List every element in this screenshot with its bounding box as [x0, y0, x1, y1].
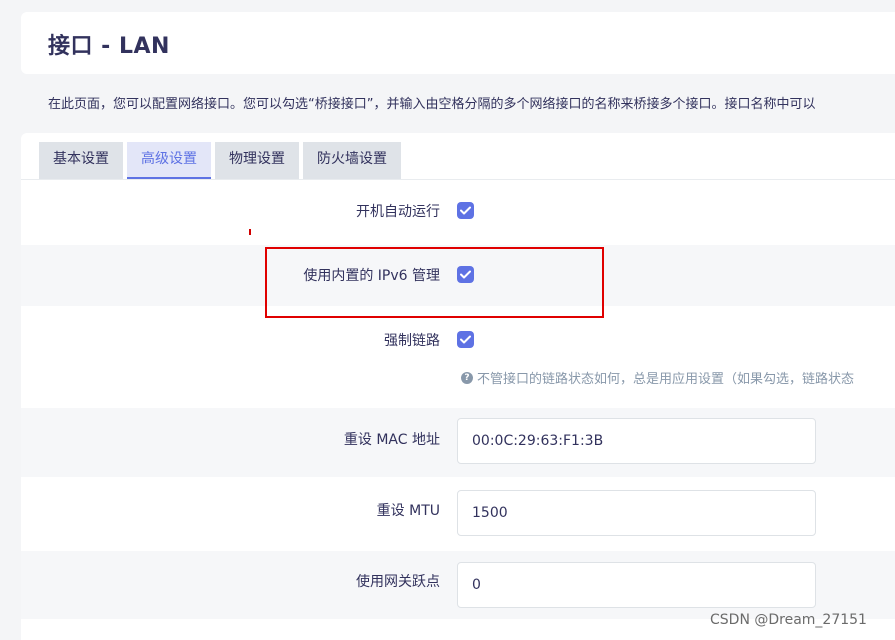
gateway-metric-label: 使用网关跃点 — [356, 574, 440, 590]
override-mtu-label: 重设 MTU — [376, 503, 440, 519]
check-icon — [460, 335, 471, 344]
row-force-link: 强制链路 ? 不管接口的链路状态如何，总是用应用设置（如果勾选，链路状态 — [21, 306, 895, 408]
title-card: 接口 - LAN — [21, 12, 895, 74]
force-link-help-text: 不管接口的链路状态如何，总是用应用设置（如果勾选，链路状态 — [477, 372, 855, 387]
force-link-checkbox[interactable] — [457, 331, 474, 348]
override-mac-input[interactable] — [457, 418, 816, 464]
force-link-label: 强制链路 — [384, 333, 440, 349]
watermark: CSDN @Dream_27151 — [710, 612, 867, 628]
settings-card: 基本设置 高级设置 物理设置 防火墙设置 开机自动运行 使用内置的 IPv6 管… — [21, 133, 895, 640]
annotation-mark — [249, 229, 251, 235]
gateway-metric-input[interactable] — [457, 562, 816, 608]
override-mtu-input[interactable] — [457, 490, 816, 536]
check-icon — [460, 206, 471, 215]
tab-physical-settings[interactable]: 物理设置 — [215, 142, 299, 180]
tab-advanced-settings[interactable]: 高级设置 — [127, 142, 211, 180]
page-description: 在此页面，您可以配置网络接口。您可以勾选“桥接接口”，并输入由空格分隔的多个网络… — [48, 97, 816, 112]
page-title: 接口 - LAN — [48, 34, 170, 59]
tab-basic-settings[interactable]: 基本设置 — [39, 142, 123, 180]
row-override-mtu: 重设 MTU — [21, 477, 895, 551]
tab-firewall-settings[interactable]: 防火墙设置 — [303, 142, 401, 180]
auto-start-label: 开机自动运行 — [356, 204, 440, 220]
question-circle-icon: ? — [461, 371, 473, 384]
force-link-help: ? 不管接口的链路状态如何，总是用应用设置（如果勾选，链路状态 — [461, 368, 854, 387]
tab-bar: 基本设置 高级设置 物理设置 防火墙设置 — [39, 142, 405, 180]
row-override-mac: 重设 MAC 地址 — [21, 408, 895, 477]
highlight-annotation-box — [265, 247, 604, 318]
row-auto-start: 开机自动运行 — [21, 180, 895, 245]
auto-start-checkbox[interactable] — [457, 202, 474, 219]
row-gateway-metric: 使用网关跃点 — [21, 551, 895, 619]
override-mac-label: 重设 MAC 地址 — [343, 432, 440, 448]
